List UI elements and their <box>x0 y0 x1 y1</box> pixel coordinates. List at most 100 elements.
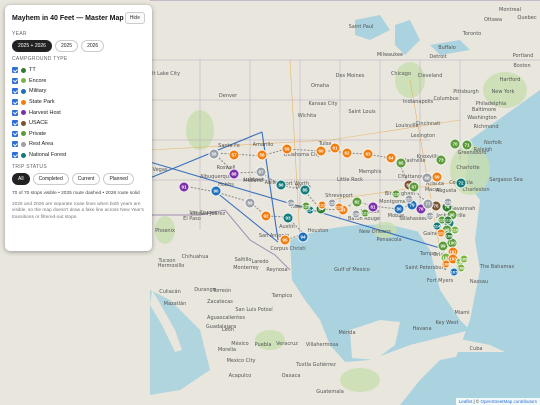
city-label: Puebla <box>254 342 272 348</box>
city-label: Toronto <box>462 31 482 37</box>
stop-marker[interactable]: 59 <box>281 143 293 155</box>
stop-marker[interactable]: 115 <box>425 211 435 221</box>
year-option-2026[interactable]: 2026 <box>81 40 105 52</box>
stop-marker[interactable]: 117 <box>404 194 414 204</box>
city-label: León <box>221 327 235 333</box>
stop-marker[interactable]: 95 <box>279 234 291 246</box>
stop-marker[interactable]: 90 <box>210 185 222 197</box>
stop-marker[interactable]: 72 <box>455 177 467 189</box>
stop-marker[interactable]: 57 <box>228 149 240 161</box>
stop-marker[interactable]: 93 <box>282 212 294 224</box>
campground-type-encore[interactable]: Encore <box>12 76 145 87</box>
stop-marker[interactable]: 87 <box>255 166 267 178</box>
city-label: Santa Fe <box>218 143 240 149</box>
stop-marker[interactable]: 80 <box>393 203 405 215</box>
type-color-dot <box>21 88 26 94</box>
stop-marker[interactable]: 123 <box>327 198 337 208</box>
trip-status-filter: All Completed Current Planned <box>12 173 145 186</box>
stop-marker[interactable]: 70 <box>449 138 461 150</box>
city-label: Aguascalientes <box>207 315 245 321</box>
stop-marker[interactable]: 110 <box>450 225 460 235</box>
checkbox[interactable] <box>12 152 18 159</box>
checkbox[interactable] <box>12 109 18 116</box>
year-option-all[interactable]: 2025 + 2026 <box>12 40 52 52</box>
city-label: Houston <box>307 228 329 234</box>
stop-marker[interactable]: 121 <box>360 208 370 218</box>
city-label: Saint Paul <box>348 24 374 30</box>
status-completed[interactable]: Completed <box>32 173 69 186</box>
leaflet-link[interactable]: Leaflet <box>459 399 473 404</box>
city-label: Gulf of Mexico <box>334 267 370 273</box>
stop-marker[interactable]: 62 <box>341 147 353 159</box>
city-label: Saint Louis <box>348 109 376 115</box>
stop-marker[interactable]: 69 <box>431 171 443 183</box>
checkbox[interactable] <box>12 99 18 106</box>
stop-marker[interactable]: 58 <box>256 149 268 161</box>
stop-marker[interactable]: 94 <box>297 231 309 243</box>
stop-marker[interactable]: 113 <box>443 215 453 225</box>
stop-marker[interactable]: 56 <box>208 148 220 160</box>
stop-marker[interactable]: 82 <box>351 196 363 208</box>
status-planned[interactable]: Planned <box>103 173 134 186</box>
checkbox[interactable] <box>12 88 18 95</box>
campground-type-military[interactable]: Military <box>12 86 145 97</box>
campground-type-label: National Forest <box>29 152 67 159</box>
stop-marker[interactable]: 120 <box>351 209 361 219</box>
city-label: Mazatlán <box>163 301 187 307</box>
city-label: Amarillo <box>252 142 274 148</box>
stop-marker[interactable]: 86 <box>275 179 287 191</box>
campground-type-tt[interactable]: TT <box>12 65 145 76</box>
city-label: Ottawa <box>483 17 503 23</box>
campground-type-usace[interactable]: USACE <box>12 118 145 129</box>
stop-marker[interactable]: 89 <box>244 197 256 209</box>
stop-marker[interactable]: 67 <box>408 181 420 193</box>
stop-marker[interactable]: 65 <box>395 157 407 169</box>
stop-marker[interactable]: 85 <box>299 184 311 196</box>
stop-marker[interactable]: 88 <box>228 168 240 180</box>
city-label: Richmond <box>473 124 499 130</box>
checkbox[interactable] <box>12 67 18 74</box>
checkbox[interactable] <box>12 77 18 84</box>
checkbox[interactable] <box>12 130 18 137</box>
stop-marker[interactable]: 114 <box>432 221 442 231</box>
type-color-dot <box>21 99 26 105</box>
status-all[interactable]: All <box>12 173 30 186</box>
city-label: Veracruz <box>276 341 298 347</box>
stop-marker[interactable]: 73 <box>435 154 447 166</box>
city-label: Zacatecas <box>207 299 233 305</box>
city-label: Quebec <box>517 15 537 21</box>
status-current[interactable]: Current <box>71 173 101 186</box>
stop-marker[interactable]: 63 <box>362 148 374 160</box>
stop-marker[interactable]: 105 <box>459 254 469 264</box>
stop-marker[interactable]: 92 <box>260 210 272 222</box>
stop-marker[interactable]: 118 <box>391 189 401 199</box>
campground-type-private[interactable]: Private <box>12 129 145 140</box>
stop-marker[interactable]: 61 <box>329 142 341 154</box>
city-label: Portland <box>512 53 534 59</box>
stop-marker[interactable]: 126 <box>286 198 296 208</box>
campground-type-harvest-host[interactable]: Harvest Host <box>12 107 145 118</box>
osm-link[interactable]: OpenStreetMap contributors <box>480 399 537 404</box>
stop-marker[interactable]: 108 <box>441 259 451 269</box>
city-label: Midland <box>243 178 263 184</box>
city-label: Miami <box>454 310 470 316</box>
campground-type-rest-area[interactable]: Rest Area <box>12 139 145 150</box>
checkbox[interactable] <box>12 141 18 148</box>
stop-marker[interactable]: 107 <box>449 267 459 277</box>
hide-button[interactable]: Hide <box>124 12 145 24</box>
city-label: Chicago <box>390 71 412 77</box>
city-label: Little Rock <box>336 177 364 183</box>
map[interactable]: Salt Lake City Denver Kansas City Saint Pau… <box>0 0 540 405</box>
campground-type-national-forest[interactable]: National Forest <box>12 150 145 161</box>
stop-marker[interactable]: 91 <box>178 181 190 193</box>
stop-marker[interactable]: 77 <box>422 198 434 210</box>
year-option-2025[interactable]: 2025 <box>54 40 79 52</box>
city-label: Tallahassee <box>398 216 428 222</box>
stop-marker[interactable]: 125 <box>301 201 311 211</box>
campground-type-state-park[interactable]: State Park <box>12 97 145 108</box>
checkbox[interactable] <box>12 120 18 127</box>
stop-marker[interactable]: 116 <box>443 197 453 207</box>
stop-marker[interactable]: 71 <box>461 139 473 151</box>
stop-marker[interactable]: 60 <box>315 145 327 157</box>
stop-marker[interactable]: 122 <box>317 200 327 210</box>
